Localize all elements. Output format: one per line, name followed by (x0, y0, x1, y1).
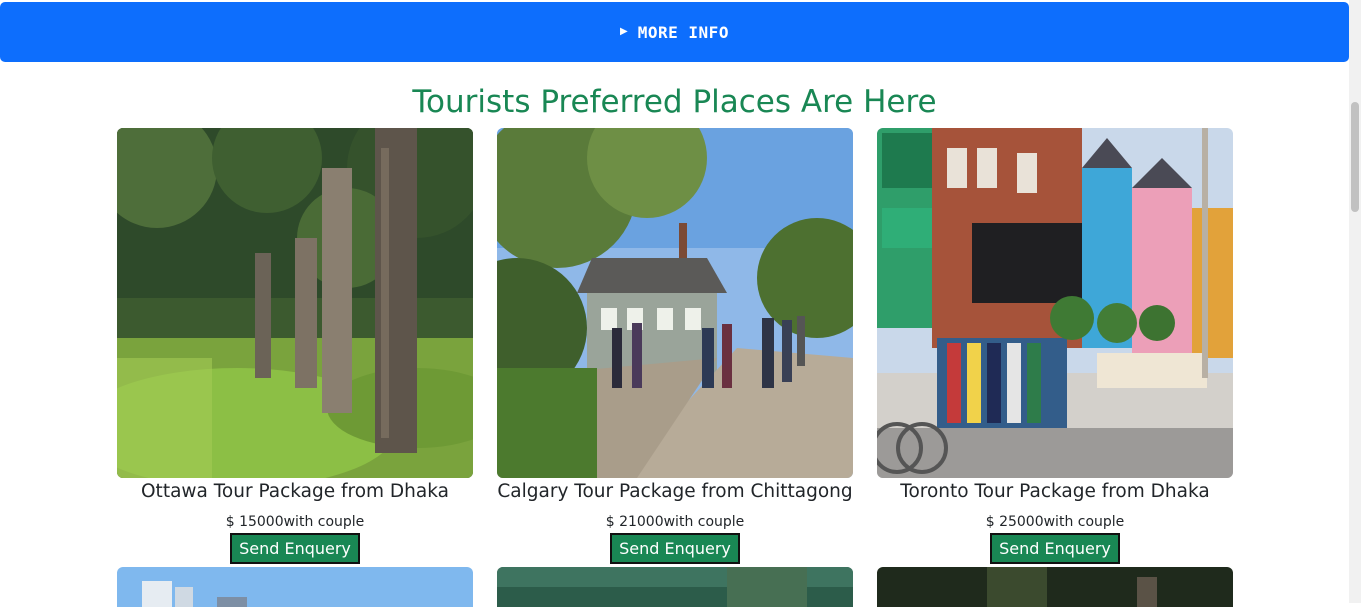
send-enquiry-button[interactable]: Send Enquery (610, 533, 740, 564)
price-note: with couple (283, 514, 365, 530)
tour-photo-next (497, 567, 853, 607)
tour-photo (117, 128, 473, 478)
tour-photo-next (877, 567, 1233, 607)
tour-photo (877, 128, 1233, 478)
currency-symbol: $ (605, 514, 615, 530)
tour-price: $ 15000with couple (117, 513, 473, 531)
tour-photo (497, 128, 853, 478)
price-value: 25000 (999, 514, 1044, 530)
tour-title: Calgary Tour Package from Chittagong (497, 481, 853, 502)
send-enquiry-button[interactable]: Send Enquery (230, 533, 360, 564)
price-note: with couple (1043, 514, 1125, 530)
tour-card-calgary: Calgary Tour Package from Chittagong $ 2… (497, 128, 853, 564)
send-enquiry-button[interactable]: Send Enquery (990, 533, 1120, 564)
caret-right-icon: ▶ (620, 25, 628, 37)
currency-symbol: $ (985, 514, 995, 530)
more-info-label: MORE INFO (637, 22, 729, 42)
price-note: with couple (663, 514, 745, 530)
price-value: 21000 (619, 514, 664, 530)
tour-title: Ottawa Tour Package from Dhaka (141, 481, 449, 502)
tour-price: $ 25000with couple (877, 513, 1233, 531)
price-value: 15000 (239, 514, 284, 530)
tour-card-ottawa: Ottawa Tour Package from Dhaka $ 15000wi… (117, 128, 473, 564)
scrollbar-thumb[interactable] (1351, 102, 1359, 212)
section-title: Tourists Preferred Places Are Here (412, 84, 937, 120)
tour-photo-next (117, 567, 473, 607)
tour-price: $ 21000with couple (497, 513, 853, 531)
tour-card-toronto: Toronto Tour Package from Dhaka $ 25000w… (877, 128, 1233, 564)
currency-symbol: $ (225, 514, 235, 530)
page-scrollbar[interactable] (1349, 0, 1361, 603)
tour-title: Toronto Tour Package from Dhaka (900, 481, 1210, 502)
more-info-toggle[interactable]: ▶ MORE INFO (0, 2, 1349, 62)
